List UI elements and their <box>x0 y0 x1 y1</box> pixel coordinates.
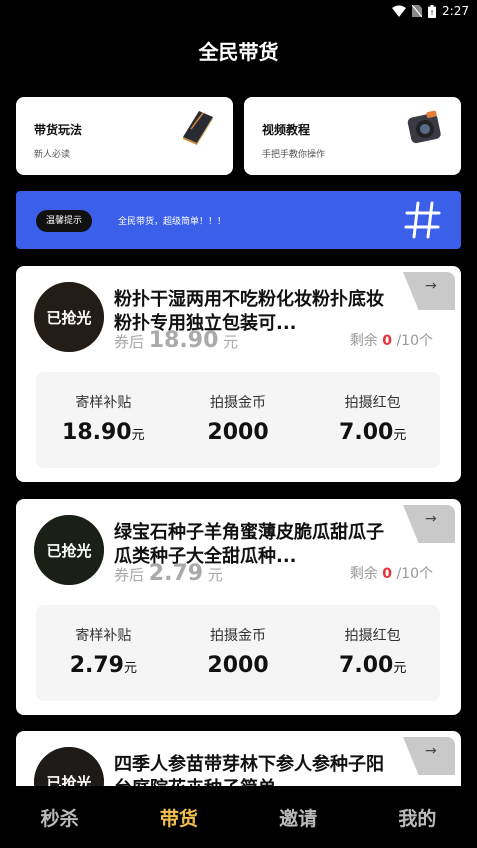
card-gameplay-subtitle: 新人必读 <box>34 150 71 160</box>
camera-icon <box>407 110 441 144</box>
stat-shoot-redpacket: 拍摄红包 7.00元 <box>339 628 407 678</box>
hash-icon <box>404 201 441 239</box>
card-video-subtitle: 手把手教你操作 <box>262 150 326 160</box>
product-go-button[interactable]: → <box>403 272 455 310</box>
stat-shoot-coins: 拍摄金币 2000 <box>207 628 269 678</box>
stat-sample-subsidy: 寄样补贴 2.79元 <box>69 628 137 678</box>
page-title: 全民带货 <box>198 40 279 64</box>
arrow-right-icon: → <box>425 743 437 759</box>
notice-text: 全民带货，超级简单！！！ <box>118 217 227 227</box>
arrow-right-icon: → <box>425 278 437 294</box>
status-bar: ! 2:27 <box>0 0 477 22</box>
sold-out-badge: 已抢光 <box>34 515 104 585</box>
product-stats: 寄样补贴 2.79元 拍摄金币 2000 拍摄红包 7.00元 <box>36 605 440 701</box>
arrow-right-icon: → <box>425 511 437 527</box>
product-card[interactable]: → 已抢光 粉扑干湿两用不吃粉化妆粉扑底妆粉扑专用独立包装可... 券后 18.… <box>16 266 461 482</box>
notice-banner[interactable]: 温馨提示 全民带货，超级简单！！！ <box>16 191 461 249</box>
card-video-title: 视频教程 <box>262 123 311 137</box>
card-gameplay[interactable]: 带货玩法 新人必读 <box>16 97 233 175</box>
coupon-price: 券后 18.90 元 <box>114 328 239 353</box>
nav-item-invite[interactable]: 邀请 <box>239 786 358 848</box>
stat-sample-subsidy: 寄样补贴 18.90元 <box>62 395 145 445</box>
notice-tag: 温馨提示 <box>36 210 93 232</box>
nav-item-promote[interactable]: 带货 <box>119 786 238 848</box>
battery-icon: ! <box>428 4 437 18</box>
svg-text:!: ! <box>431 9 434 17</box>
remaining-stock: 剩余 0 /10个 <box>349 333 433 349</box>
card-gameplay-title: 带货玩法 <box>34 123 83 137</box>
remaining-stock: 剩余 0 /10个 <box>349 566 433 582</box>
product-go-button[interactable]: → <box>403 505 455 543</box>
product-go-button[interactable]: → <box>403 737 455 775</box>
stat-shoot-redpacket: 拍摄红包 7.00元 <box>339 395 407 445</box>
product-stats: 寄样补贴 18.90元 拍摄金币 2000 拍摄红包 7.00元 <box>36 372 440 468</box>
coupon-price: 券后 2.79 元 <box>114 561 223 586</box>
nav-item-seckill[interactable]: 秒杀 <box>0 786 119 848</box>
no-sim-icon <box>412 5 423 17</box>
book-icon <box>183 111 213 145</box>
stat-shoot-coins: 拍摄金币 2000 <box>207 395 269 445</box>
status-time: 2:27 <box>442 4 469 18</box>
product-card[interactable]: → 已抢光 绿宝石种子羊角蜜薄皮脆瓜甜瓜子瓜类种子大全甜瓜种... 券后 2.7… <box>16 499 461 715</box>
wifi-icon <box>392 5 407 17</box>
card-video-tutorial[interactable]: 视频教程 手把手教你操作 <box>244 97 461 175</box>
bottom-nav: 秒杀 带货 邀请 我的 <box>0 786 477 848</box>
nav-item-mine[interactable]: 我的 <box>358 786 477 848</box>
sold-out-badge: 已抢光 <box>34 282 104 352</box>
